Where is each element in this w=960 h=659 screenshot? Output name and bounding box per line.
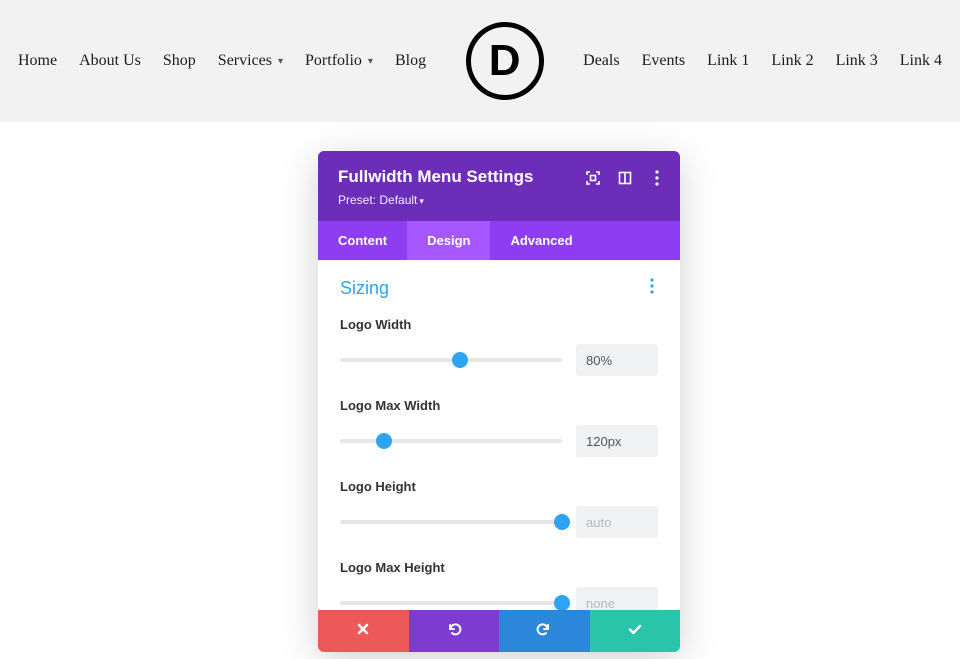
logo-max-width-input[interactable]: 120px bbox=[576, 425, 658, 457]
undo-button[interactable] bbox=[409, 610, 500, 652]
field-row: auto bbox=[340, 506, 658, 538]
nav-link-2[interactable]: Link 2 bbox=[771, 52, 813, 70]
nav-blog[interactable]: Blog bbox=[395, 52, 426, 70]
field-label: Logo Max Height bbox=[340, 560, 658, 575]
nav-wrap: Home About Us Shop Services▾ Portfolio▾ … bbox=[18, 22, 942, 100]
more-vertical-icon[interactable] bbox=[648, 169, 666, 187]
nav-label: Deals bbox=[583, 52, 619, 70]
preset-label: Preset: Default bbox=[338, 193, 417, 207]
field-logo-width: Logo Width 80% bbox=[340, 317, 658, 376]
field-row: none bbox=[340, 587, 658, 610]
field-label: Logo Height bbox=[340, 479, 658, 494]
logo-height-slider[interactable] bbox=[340, 520, 562, 524]
logo-width-input[interactable]: 80% bbox=[576, 344, 658, 376]
field-logo-max-height: Logo Max Height none bbox=[340, 560, 658, 610]
modal-footer bbox=[318, 610, 680, 652]
nav-deals[interactable]: Deals bbox=[583, 52, 619, 70]
field-row: 120px bbox=[340, 425, 658, 457]
logo-width-slider[interactable] bbox=[340, 358, 562, 362]
nav-label: Link 3 bbox=[836, 52, 878, 70]
field-logo-max-width: Logo Max Width 120px bbox=[340, 398, 658, 457]
nav-shop[interactable]: Shop bbox=[163, 52, 196, 70]
nav-label: Events bbox=[642, 52, 686, 70]
check-icon bbox=[627, 621, 643, 642]
sizing-section-header: Sizing bbox=[340, 276, 658, 301]
nav-label: Portfolio bbox=[305, 52, 362, 70]
logo-height-input[interactable]: auto bbox=[576, 506, 658, 538]
nav-label: Link 1 bbox=[707, 52, 749, 70]
modal-header: Fullwidth Menu Settings Preset: Default▾ bbox=[318, 151, 680, 221]
nav-label: About Us bbox=[79, 52, 141, 70]
slider-thumb[interactable] bbox=[376, 433, 392, 449]
logo-max-width-slider[interactable] bbox=[340, 439, 562, 443]
nav-left: Home About Us Shop Services▾ Portfolio▾ … bbox=[18, 52, 426, 70]
logo-max-height-input[interactable]: none bbox=[576, 587, 658, 610]
field-label: Logo Width bbox=[340, 317, 658, 332]
section-kebab-icon[interactable] bbox=[646, 276, 658, 301]
preset-dropdown[interactable]: Preset: Default▾ bbox=[338, 193, 660, 207]
redo-button[interactable] bbox=[499, 610, 590, 652]
close-icon bbox=[355, 621, 371, 642]
redo-icon bbox=[536, 621, 552, 642]
nav-label: Services bbox=[218, 52, 272, 70]
top-nav-bar: Home About Us Shop Services▾ Portfolio▾ … bbox=[0, 0, 960, 122]
modal-header-icons bbox=[584, 169, 666, 187]
nav-about-us[interactable]: About Us bbox=[79, 52, 141, 70]
field-logo-height: Logo Height auto bbox=[340, 479, 658, 538]
settings-modal: Fullwidth Menu Settings Preset: Default▾… bbox=[318, 151, 680, 652]
section-title[interactable]: Sizing bbox=[340, 278, 389, 299]
nav-link-4[interactable]: Link 4 bbox=[900, 52, 942, 70]
caret-down-icon: ▾ bbox=[419, 196, 424, 206]
slider-thumb[interactable] bbox=[554, 595, 570, 610]
nav-events[interactable]: Events bbox=[642, 52, 686, 70]
site-logo[interactable]: D bbox=[466, 22, 544, 100]
tab-content[interactable]: Content bbox=[318, 221, 407, 260]
tab-advanced[interactable]: Advanced bbox=[490, 221, 592, 260]
chevron-down-icon: ▾ bbox=[368, 56, 373, 67]
nav-label: Link 4 bbox=[900, 52, 942, 70]
field-row: 80% bbox=[340, 344, 658, 376]
modal-panel: Sizing Logo Width 80% Logo Max Width 1 bbox=[318, 260, 680, 610]
save-button[interactable] bbox=[590, 610, 681, 652]
nav-home[interactable]: Home bbox=[18, 52, 57, 70]
nav-label: Blog bbox=[395, 52, 426, 70]
nav-label: Link 2 bbox=[771, 52, 813, 70]
expand-icon[interactable] bbox=[584, 169, 602, 187]
nav-link-3[interactable]: Link 3 bbox=[836, 52, 878, 70]
field-label: Logo Max Width bbox=[340, 398, 658, 413]
nav-label: Shop bbox=[163, 52, 196, 70]
logo-max-height-slider[interactable] bbox=[340, 601, 562, 605]
nav-right: Deals Events Link 1 Link 2 Link 3 Link 4 bbox=[583, 52, 942, 70]
nav-link-1[interactable]: Link 1 bbox=[707, 52, 749, 70]
logo-letter: D bbox=[489, 36, 521, 86]
slider-thumb[interactable] bbox=[554, 514, 570, 530]
modal-tabs: Content Design Advanced bbox=[318, 221, 680, 260]
snap-column-icon[interactable] bbox=[616, 169, 634, 187]
nav-label: Home bbox=[18, 52, 57, 70]
cancel-button[interactable] bbox=[318, 610, 409, 652]
undo-icon bbox=[446, 621, 462, 642]
tab-design[interactable]: Design bbox=[407, 221, 490, 260]
chevron-down-icon: ▾ bbox=[278, 56, 283, 67]
slider-thumb[interactable] bbox=[452, 352, 468, 368]
nav-portfolio[interactable]: Portfolio ▾ bbox=[305, 52, 373, 70]
nav-services[interactable]: Services ▾ bbox=[218, 52, 283, 70]
